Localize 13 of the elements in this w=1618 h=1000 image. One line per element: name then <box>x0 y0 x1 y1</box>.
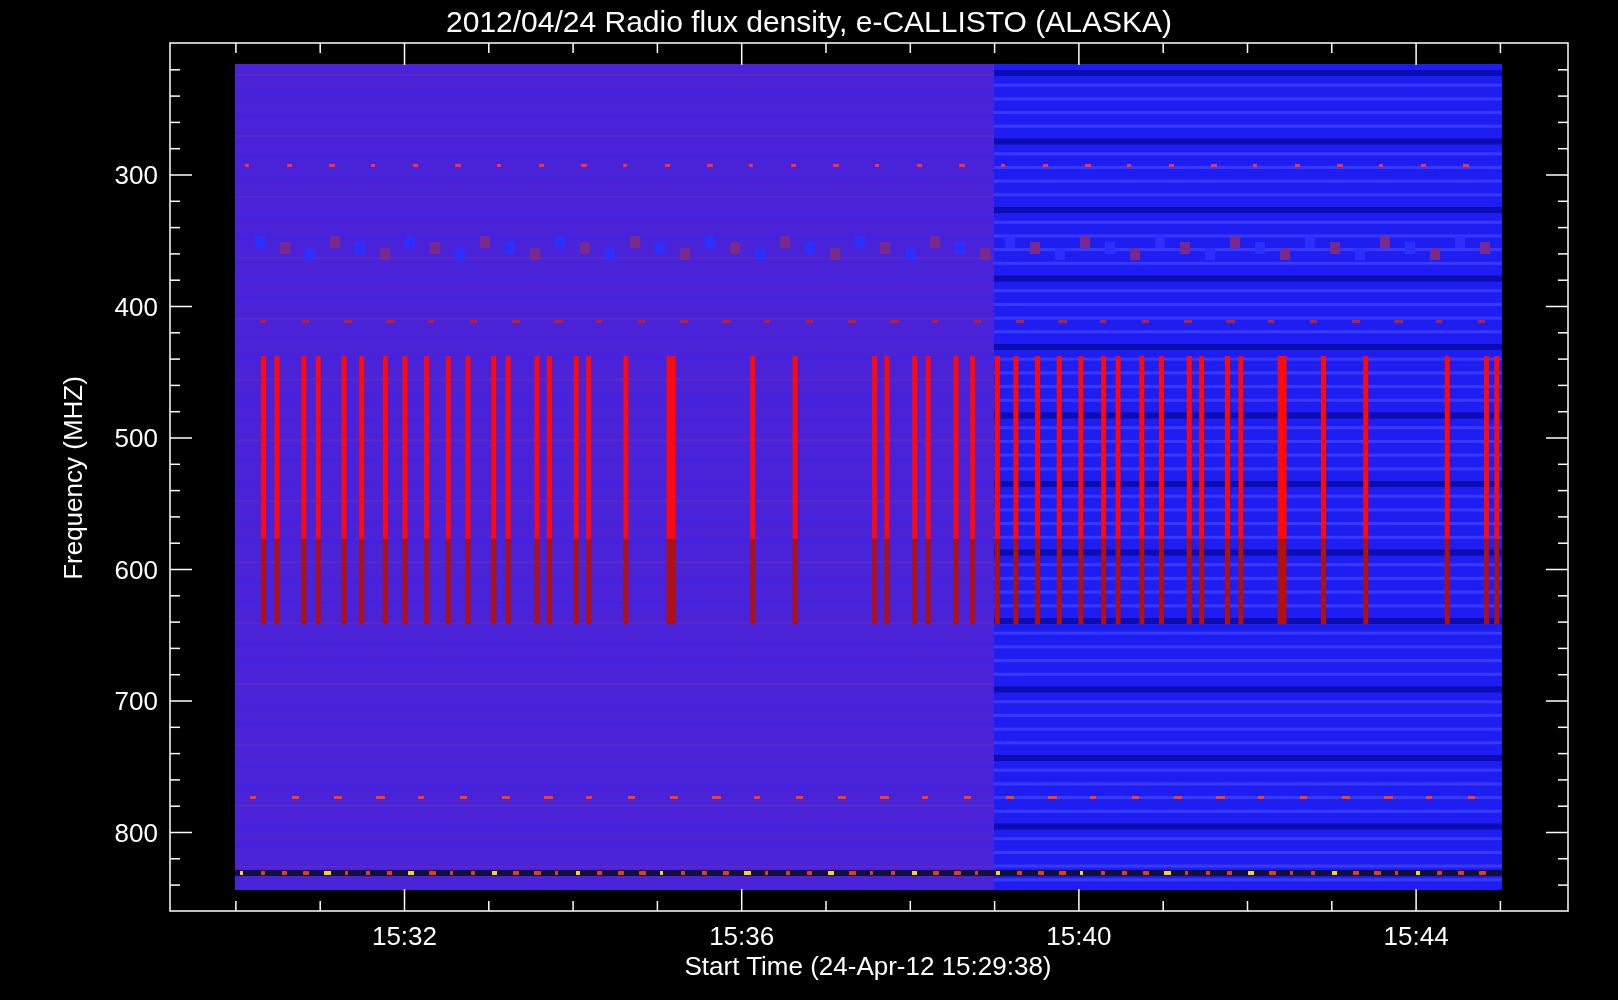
y-axis-label: Frequency (MHZ) <box>58 376 88 580</box>
y-tick-label: 500 <box>114 423 158 453</box>
x-axis-label: Start Time (24-Apr-12 15:29:38) <box>684 951 1052 981</box>
x-tick-label: 15:36 <box>709 921 775 951</box>
y-tick-label: 600 <box>114 554 158 585</box>
y-tick-label: 800 <box>114 817 158 848</box>
y-tick-label: 700 <box>114 686 158 716</box>
plot-title: 2012/04/24 Radio flux density, e-CALLISTO (ALASKA) <box>446 5 1172 38</box>
x-tick-label: 15:32 <box>371 921 438 951</box>
y-tick-label: 400 <box>114 291 158 322</box>
x-tick-label: 15:40 <box>1046 921 1112 951</box>
y-tick-label: 300 <box>114 160 158 190</box>
x-tick-label: 15:44 <box>1383 921 1449 951</box>
